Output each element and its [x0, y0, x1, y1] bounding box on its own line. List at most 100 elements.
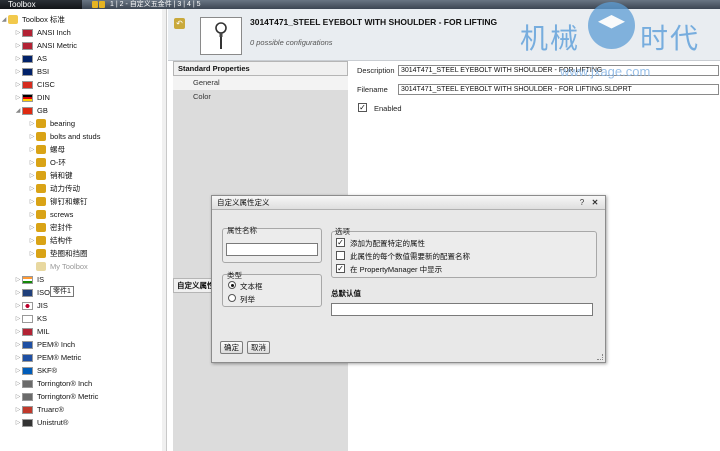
tree-item[interactable]: ▷ 铆钉和螺钉: [28, 195, 88, 208]
expand-arrow-icon[interactable]: ▷: [28, 172, 36, 179]
prop-item-color[interactable]: Color: [173, 90, 348, 104]
skf-icon: [22, 366, 33, 375]
collapse-arrow-icon[interactable]: ◢: [14, 107, 22, 114]
tree-item-label: Truarc®: [37, 405, 64, 414]
tree-item-label: BSI: [37, 67, 50, 76]
resize-grip-icon[interactable]: [597, 354, 603, 360]
tree-item[interactable]: ▷ AS: [14, 52, 47, 65]
tree-item[interactable]: ▷ 动力传动: [28, 182, 80, 195]
expand-arrow-icon[interactable]: ▷: [14, 302, 22, 309]
tree-item[interactable]: ▷ PEM® Inch: [14, 338, 75, 351]
tree-item[interactable]: ▷ ISO: [14, 286, 50, 299]
enabled-label: Enabled: [374, 104, 402, 113]
tree-item[interactable]: ▷ Torrington® Metric: [14, 390, 99, 403]
default-value-input[interactable]: [331, 303, 593, 316]
expand-arrow-icon[interactable]: ▷: [14, 315, 22, 322]
tree-item[interactable]: ▷ MIL: [14, 325, 50, 338]
expand-arrow-icon[interactable]: ▷: [14, 354, 22, 361]
tree-item[interactable]: ▷ ANSI Inch: [14, 26, 71, 39]
description-field[interactable]: 3014T471_STEEL EYEBOLT WITH SHOULDER - F…: [398, 65, 719, 76]
expand-arrow-icon[interactable]: ▷: [14, 367, 22, 374]
tree-item[interactable]: ▷ PEM® Metric: [14, 351, 82, 364]
prop-item-general[interactable]: General: [173, 76, 348, 90]
collapse-arrow-icon[interactable]: ◢: [0, 16, 8, 23]
tree-item[interactable]: ▷ CISC: [14, 78, 55, 91]
tree-item[interactable]: ◢ GB: [14, 104, 48, 117]
type-textbox-radio[interactable]: [228, 281, 236, 289]
tree-item[interactable]: ▷ Truarc®: [14, 403, 64, 416]
expand-arrow-icon[interactable]: ▷: [28, 120, 36, 127]
expand-arrow-icon[interactable]: ▷: [14, 29, 22, 36]
option-new-config-checkbox[interactable]: [336, 251, 345, 260]
pem-icon: [22, 353, 33, 362]
tree-item[interactable]: ▷ SKF®: [14, 364, 57, 377]
expand-arrow-icon[interactable]: ▷: [14, 380, 22, 387]
expand-arrow-icon[interactable]: ▷: [14, 55, 22, 62]
type-list-radio[interactable]: [228, 294, 236, 302]
expand-arrow-icon[interactable]: ▷: [28, 224, 36, 231]
tree-item[interactable]: ▷ Torrington® Inch: [14, 377, 92, 390]
back-icon[interactable]: ↶: [174, 18, 185, 29]
help-icon[interactable]: ?: [577, 197, 587, 208]
tree-item[interactable]: ▷ KS: [14, 312, 47, 325]
tree-item-label: ISO: [37, 288, 50, 297]
expand-arrow-icon[interactable]: ▷: [28, 237, 36, 244]
option-config-specific-checkbox[interactable]: ✓: [336, 238, 345, 247]
tree-item[interactable]: ▷ screws: [28, 208, 73, 221]
tree-item-label: O-环: [50, 158, 66, 167]
tree-root[interactable]: ◢ Toolbox 标准: [0, 13, 65, 26]
part-thumbnail: [200, 17, 242, 55]
expand-arrow-icon[interactable]: ▷: [14, 406, 22, 413]
tree-item[interactable]: ▷ IS: [14, 273, 44, 286]
expand-arrow-icon[interactable]: ▷: [14, 341, 22, 348]
expand-arrow-icon[interactable]: ▷: [14, 68, 22, 75]
tree-item[interactable]: ▷ 结构件: [28, 234, 73, 247]
close-icon[interactable]: ✕: [590, 197, 600, 208]
expand-arrow-icon[interactable]: ▷: [14, 81, 22, 88]
filename-field[interactable]: 3014T471_STEEL EYEBOLT WITH SHOULDER - F…: [398, 84, 719, 95]
expand-arrow-icon[interactable]: ▷: [28, 250, 36, 257]
tree-item[interactable]: ▷ bolts and studs: [28, 130, 100, 143]
expand-arrow-icon[interactable]: ▷: [28, 185, 36, 192]
tree-item[interactable]: ▷ ANSI Metric: [14, 39, 77, 52]
tree-item[interactable]: ▷ 销和键: [28, 169, 73, 182]
expand-arrow-icon[interactable]: ▷: [14, 276, 22, 283]
expand-arrow-icon[interactable]: ▷: [14, 393, 22, 400]
tree-item[interactable]: ▷ DIN: [14, 91, 50, 104]
tree-item-label: bearing: [50, 119, 76, 128]
cancel-button[interactable]: 取消: [247, 341, 270, 354]
expand-arrow-icon[interactable]: ▷: [14, 419, 22, 426]
tree-item[interactable]: ▷ BSI: [14, 65, 49, 78]
folder-icon[interactable]: [99, 1, 105, 8]
torrington-icon: [22, 392, 33, 401]
option-config-specific-label: 添加为配置特定的属性: [350, 239, 425, 248]
expand-arrow-icon[interactable]: ▷: [14, 42, 22, 49]
expand-arrow-icon[interactable]: ▷: [28, 159, 36, 166]
expand-arrow-icon[interactable]: ▷: [14, 328, 22, 335]
property-name-input[interactable]: [226, 243, 318, 256]
expand-arrow-icon[interactable]: ▷: [14, 94, 22, 101]
flag-germany-icon: [22, 93, 33, 102]
expand-arrow-icon[interactable]: ▷: [14, 289, 22, 296]
tree-item[interactable]: ▷ O-环: [28, 156, 66, 169]
home-icon[interactable]: [92, 1, 98, 8]
tree-item[interactable]: ▷ bearing: [28, 117, 75, 130]
page-tabs[interactable]: 1 | 2 - 自定义五金件 | 3 | 4 | 5: [110, 0, 201, 9]
tree-item[interactable]: ▷ 螺母: [28, 143, 65, 156]
tree-item[interactable]: ▷ JIS: [14, 299, 48, 312]
tree-item[interactable]: ▷ 密封件: [28, 221, 73, 234]
enabled-checkbox[interactable]: ✓: [358, 103, 367, 112]
tree-item-label: CISC: [37, 80, 55, 89]
option-show-pm-checkbox[interactable]: ✓: [336, 264, 345, 273]
expand-arrow-icon[interactable]: ▷: [28, 211, 36, 218]
tree-scrollbar[interactable]: [162, 9, 166, 451]
tree-item[interactable]: ▷ 垫圈和挡圈: [28, 247, 88, 260]
expand-arrow-icon[interactable]: ▷: [28, 198, 36, 205]
watermark-text: 机械: [520, 23, 581, 54]
expand-arrow-icon[interactable]: ▷: [28, 146, 36, 153]
tree-item[interactable]: ▷ Unistrut®: [14, 416, 69, 429]
pem-icon: [22, 340, 33, 349]
tree-item[interactable]: My Toolbox: [28, 260, 88, 273]
expand-arrow-icon[interactable]: ▷: [28, 133, 36, 140]
ok-button[interactable]: 确定: [220, 341, 243, 354]
